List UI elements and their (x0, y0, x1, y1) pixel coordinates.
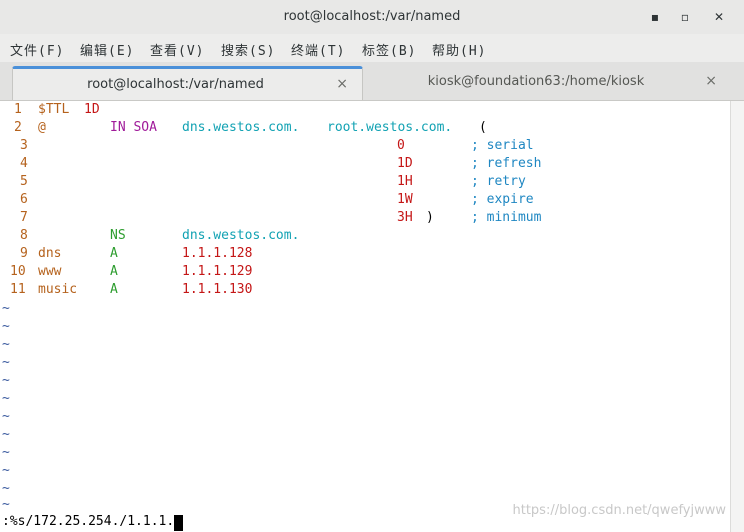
menu-terminal[interactable]: 终端(T) (291, 40, 345, 59)
editor-line: 2 @ IN SOA dns.westos.com. root.westos.c… (14, 120, 487, 135)
empty-line-marker: ~ (2, 409, 10, 424)
menu-help[interactable]: 帮助(H) (432, 40, 486, 59)
tab-root-named[interactable]: root@localhost:/var/named × (12, 66, 363, 100)
empty-line-marker: ~ (2, 497, 10, 512)
watermark: https://blog.csdn.net/qwefyjwww (512, 503, 727, 518)
tab-kiosk-home[interactable]: kiosk@foundation63:/home/kiosk × (365, 66, 731, 100)
empty-line-marker: ~ (2, 427, 10, 442)
close-icon[interactable]: ✕ (711, 9, 727, 25)
menu-file[interactable]: 文件(F) (10, 40, 64, 59)
tab-label: kiosk@foundation63:/home/kiosk (427, 74, 645, 89)
empty-line-marker: ~ (2, 319, 10, 334)
menu-bar: 文件(F) 编辑(E) 查看(V) 搜索(S) 终端(T) 标签(B) 帮助(H… (0, 34, 744, 62)
empty-line-marker: ~ (2, 337, 10, 352)
menu-search[interactable]: 搜索(S) (221, 40, 275, 59)
empty-line-marker: ~ (2, 481, 10, 496)
tab-close-icon[interactable]: × (336, 76, 348, 92)
empty-line-marker: ~ (2, 391, 10, 406)
editor-line: 1 $TTL 1D (14, 102, 100, 117)
terminal-area[interactable]: 1 $TTL 1D 2 @ IN SOA dns.westos.com. roo… (0, 101, 730, 532)
window-titlebar: root@localhost:/var/named ▪ ▫ ✕ (0, 0, 744, 35)
scrollbar[interactable] (730, 101, 744, 532)
editor-line: 9 dns A 1.1.1.128 (20, 246, 253, 261)
command-text: :%s/172.25.254./1.1.1. (2, 514, 175, 529)
editor-line: 5 1H ; retry (20, 174, 526, 189)
text-cursor (174, 515, 184, 531)
menu-edit[interactable]: 编辑(E) (80, 40, 134, 59)
editor-line: 4 1D ; refresh (20, 156, 542, 171)
empty-line-marker: ~ (2, 301, 10, 316)
editor-line: 7 3H ) ; minimum (20, 210, 542, 225)
tab-label: root@localhost:/var/named (87, 77, 264, 92)
empty-line-marker: ~ (2, 463, 10, 478)
menu-tabs[interactable]: 标签(B) (362, 40, 416, 59)
empty-line-marker: ~ (2, 445, 10, 460)
editor-line: 3 0 ; serial (20, 138, 534, 153)
maximize-icon[interactable]: ▫ (677, 9, 693, 25)
editor-line: 10 www A 1.1.1.129 (10, 264, 253, 279)
command-line[interactable]: :%s/172.25.254./1.1.1. (2, 514, 184, 531)
tab-close-icon[interactable]: × (705, 73, 717, 89)
minimize-icon[interactable]: ▪ (647, 9, 663, 25)
window-title: root@localhost:/var/named (283, 9, 461, 24)
editor-line: 11 music A 1.1.1.130 (10, 282, 253, 297)
editor-line: 6 1W ; expire (20, 192, 534, 207)
empty-line-marker: ~ (2, 355, 10, 370)
editor-line: 8 NS dns.westos.com. (20, 228, 300, 243)
empty-line-marker: ~ (2, 373, 10, 388)
menu-view[interactable]: 查看(V) (150, 40, 204, 59)
tab-bar: root@localhost:/var/named × kiosk@founda… (0, 62, 744, 101)
